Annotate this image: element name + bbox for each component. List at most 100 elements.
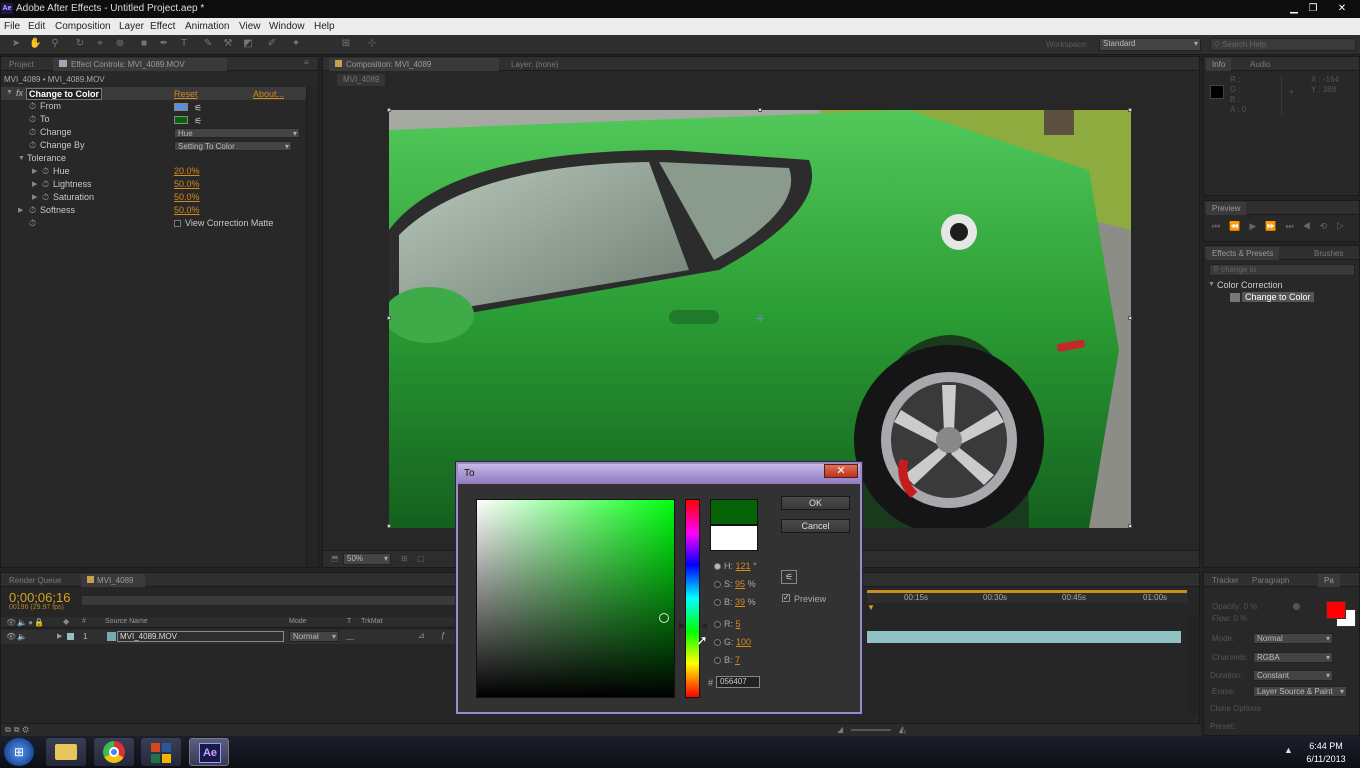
menu-composition[interactable]: Composition [55, 21, 111, 32]
cancel-button[interactable]: Cancel [781, 519, 850, 533]
lightness-value[interactable]: 50.0% [174, 178, 200, 191]
view-correction-matte-checkbox[interactable] [174, 220, 181, 227]
fx-toggle-icon[interactable]: fx [16, 88, 23, 98]
saturation-field[interactable]: S: 95 % [724, 579, 756, 589]
mode-header[interactable]: Mode [289, 618, 307, 625]
color-field-cursor[interactable] [659, 613, 669, 623]
t-header[interactable]: T [347, 618, 351, 625]
tab-composition[interactable]: Composition: MVI_4089 [329, 58, 499, 71]
transform-handle[interactable] [387, 108, 391, 112]
clock-time[interactable]: 6:44 PM [1305, 741, 1347, 751]
stopwatch-icon[interactable]: ⏱ [29, 217, 36, 230]
green-radio[interactable] [714, 639, 721, 646]
softness-value[interactable]: 50.0% [174, 204, 200, 217]
prev-frame-icon[interactable]: ⏪ [1229, 221, 1249, 231]
layer-row[interactable]: 👁 🔈 ▶ 1 MVI_4089.MOV Normal ⊿ ƒ [1, 630, 456, 644]
tab-info[interactable]: Info [1206, 58, 1232, 71]
about-link[interactable]: About... [253, 89, 284, 99]
saturation-radio[interactable] [714, 581, 721, 588]
workspace-select[interactable]: Standard [1099, 38, 1201, 51]
work-area-bar[interactable] [867, 590, 1187, 593]
expand-arrow-icon[interactable]: ▶ [32, 178, 37, 191]
audio-icon[interactable]: ◀ [1303, 221, 1320, 231]
axis-mode-icon[interactable]: ⊞ [340, 38, 352, 51]
pen-tool-icon[interactable]: ✒ [158, 38, 170, 51]
tab-effect-controls[interactable]: Effect Controls: MVI_4089.MOV [53, 58, 227, 71]
timeline-footer-icons[interactable]: ⧉⧉⚙ [5, 725, 32, 735]
show-hidden-icons[interactable]: ▲ [1284, 745, 1293, 755]
panel-menu-icon[interactable]: ≡ [304, 58, 309, 67]
stopwatch-icon[interactable]: ⏱ [42, 191, 49, 204]
transform-handle[interactable] [1128, 108, 1132, 112]
stopwatch-icon[interactable]: ⏱ [29, 204, 36, 217]
menu-animation[interactable]: Animation [185, 21, 229, 32]
paint-mode-select[interactable]: Normal [1253, 633, 1333, 644]
opacity-label[interactable]: Opacity: 0 % [1212, 602, 1257, 611]
layer-duration-bar[interactable] [867, 631, 1181, 643]
tab-paragraph[interactable]: Paragraph [1246, 574, 1295, 587]
stopwatch-icon[interactable]: ⏱ [29, 139, 36, 152]
taskbar-explorer[interactable] [46, 738, 86, 766]
flow-label[interactable]: Flow: 0 % [1212, 614, 1247, 623]
tab-tracker[interactable]: Tracker [1206, 574, 1245, 587]
menu-layer[interactable]: Layer [119, 21, 144, 32]
hue-field[interactable]: H: 121 ° [724, 561, 757, 571]
brush-tip-icon[interactable] [1293, 603, 1300, 610]
red-field[interactable]: R: 5 [724, 619, 741, 629]
eyedropper-icon[interactable]: ⚟ [781, 570, 797, 584]
clone-stamp-tool-icon[interactable]: ⚒ [222, 38, 234, 51]
layer-expand-icon[interactable]: ▶ [57, 632, 62, 640]
stopwatch-icon[interactable]: ⏱ [29, 126, 36, 139]
timeline-scrollbar[interactable] [1187, 617, 1199, 717]
tolerance-expand-icon[interactable]: ▼ [18, 152, 25, 165]
mask-visibility-icon[interactable]: ▢ [417, 554, 425, 563]
tab-timeline-comp[interactable]: MVI_4089 [81, 574, 145, 587]
grid-icon[interactable]: ⊞ [401, 554, 408, 563]
current-timecode[interactable]: 0;00;06;16 [9, 590, 70, 605]
pan-behind-tool-icon[interactable]: ⊕ [114, 38, 126, 51]
source-name-header[interactable]: Source Name [105, 618, 148, 625]
zoom-in-icon[interactable]: ◭ [899, 724, 906, 735]
category-expand-icon[interactable]: ▼ [1208, 281, 1215, 288]
channels-select[interactable]: RGBA [1253, 652, 1333, 663]
taskbar-office[interactable] [141, 738, 181, 766]
roto-brush-tool-icon[interactable]: ✐ [266, 38, 278, 51]
puppet-tool-icon[interactable]: ✦ [290, 38, 302, 51]
effects-item-change-to-color[interactable]: Change to Color [1242, 292, 1314, 302]
expand-arrow-icon[interactable]: ▶ [32, 191, 37, 204]
tab-render-queue[interactable]: Render Queue [3, 574, 67, 587]
green-field[interactable]: G: 100 [724, 637, 751, 647]
original-color-swatch[interactable] [710, 525, 758, 551]
hue-radio[interactable] [714, 563, 721, 570]
eraser-tool-icon[interactable]: ◩ [242, 38, 254, 51]
start-button[interactable]: ⊞ [4, 738, 34, 766]
tab-project[interactable]: Project [3, 58, 40, 71]
close-window-button[interactable]: ✕ [1330, 2, 1354, 15]
time-ruler[interactable]: 00:15s 00:30s 00:45s 01:00s [867, 593, 1187, 603]
mask-tool-icon[interactable]: ■ [138, 38, 150, 51]
shy-switch-icon[interactable]: ⊿ [418, 631, 425, 640]
dialog-close-icon[interactable]: ✕ [824, 464, 858, 478]
stopwatch-icon[interactable]: ⏱ [29, 113, 36, 126]
brightness-field[interactable]: B: 39 % [724, 597, 756, 607]
first-frame-icon[interactable]: ⏮ [1212, 221, 1229, 231]
zoom-out-icon[interactable]: ◢ [837, 725, 843, 734]
expand-arrow-icon[interactable]: ▶ [18, 204, 23, 217]
duration-select[interactable]: Constant [1253, 670, 1333, 681]
tab-layer[interactable]: Layer: (none) [505, 58, 565, 71]
world-axis-icon[interactable]: ⊹ [366, 38, 378, 51]
hue-slider-left-arrow[interactable]: ▶ [679, 621, 685, 630]
always-preview-icon[interactable]: ⬒ [331, 554, 339, 563]
next-frame-icon[interactable]: ⏩ [1265, 221, 1285, 231]
saturation-brightness-field[interactable] [476, 499, 675, 698]
preserve-transparency-toggle[interactable] [346, 632, 354, 640]
effects-search-input[interactable]: ⚲ change to [1209, 264, 1355, 276]
audio-toggle-icon[interactable]: 🔈 [17, 632, 27, 641]
transform-handle[interactable] [1128, 316, 1132, 320]
menu-window[interactable]: Window [269, 21, 305, 32]
selection-tool-icon[interactable]: ➤ [10, 38, 22, 51]
brightness-radio[interactable] [714, 599, 721, 606]
change-dropdown[interactable]: Hue [174, 128, 300, 138]
loop-icon[interactable]: ⟲ [1320, 221, 1337, 231]
play-icon[interactable]: ▶ [1249, 221, 1265, 231]
